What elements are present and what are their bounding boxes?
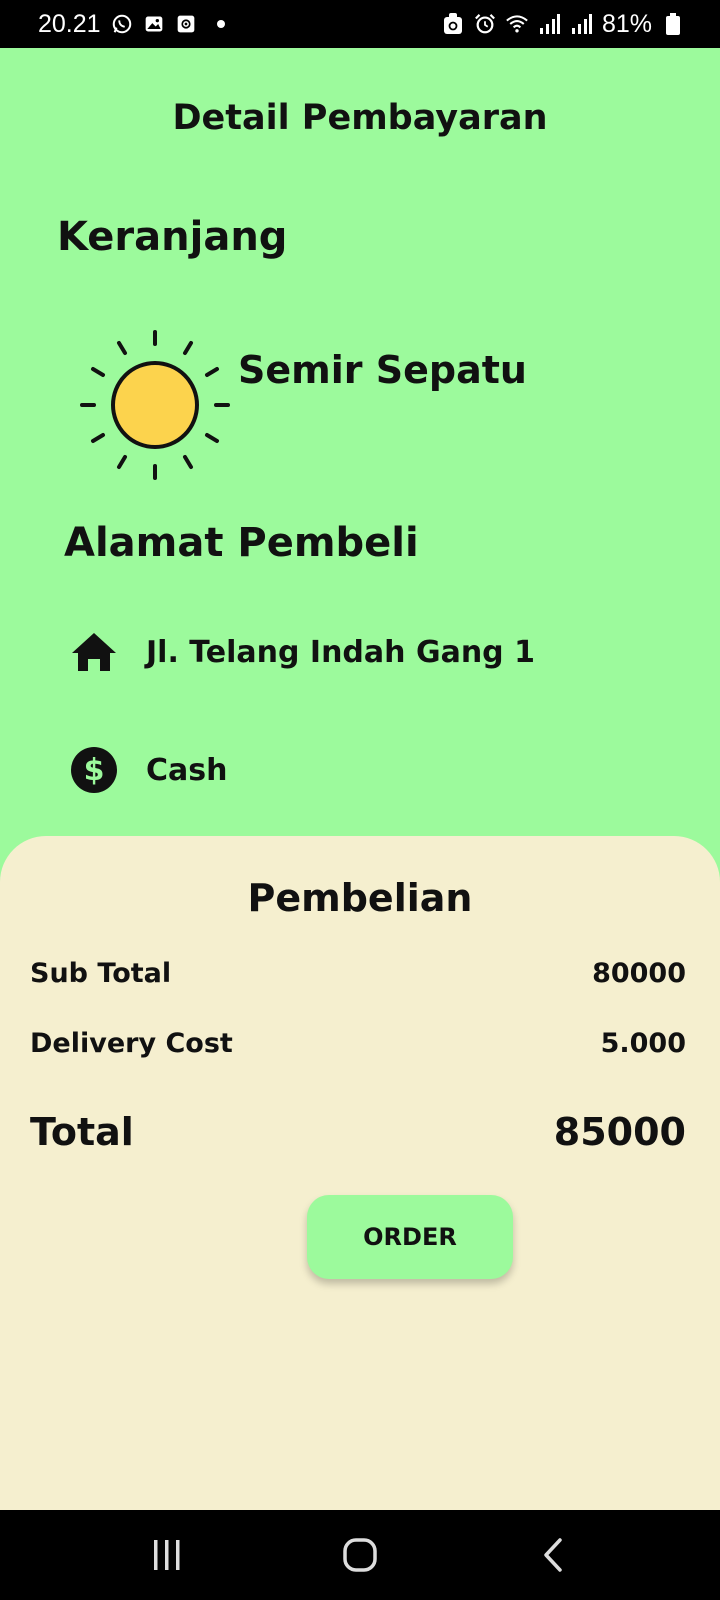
summary-title: Pembelian xyxy=(247,876,473,920)
dollar-icon: $ xyxy=(70,746,118,794)
address-text: Jl. Telang Indah Gang 1 xyxy=(146,634,535,670)
screen-record-icon xyxy=(175,13,197,35)
home-button-icon[interactable] xyxy=(330,1525,390,1585)
notification-dot xyxy=(216,20,225,28)
cart-item[interactable]: Semir Sepatu xyxy=(80,330,527,480)
battery-percent: 81% xyxy=(601,9,652,38)
signal-icon xyxy=(570,13,592,35)
nfc-icon xyxy=(442,13,464,35)
signal-icon xyxy=(538,13,560,35)
buyer-address-title: Alamat Pembeli xyxy=(64,520,419,566)
status-left: 20.21 xyxy=(38,10,225,39)
whatsapp-icon xyxy=(111,13,133,35)
navigation-bar xyxy=(0,1510,720,1600)
battery-icon xyxy=(662,13,684,35)
back-icon[interactable] xyxy=(523,1525,583,1585)
delivery-cost-label: Delivery Cost xyxy=(30,1028,233,1059)
subtotal-row: Sub Total 80000 xyxy=(30,958,686,989)
delivery-cost-row: Delivery Cost 5.000 xyxy=(30,1028,686,1059)
cart-section-title: Keranjang xyxy=(57,214,288,260)
delivery-cost-value: 5.000 xyxy=(600,1028,686,1059)
sun-icon xyxy=(80,330,230,480)
total-label: Total xyxy=(30,1110,134,1154)
home-icon xyxy=(70,628,118,676)
payment-method-text: Cash xyxy=(146,752,228,788)
subtotal-value: 80000 xyxy=(592,958,686,989)
app-screen: 20.21 81% Detail Pembayaran Keranjang Se… xyxy=(0,0,720,1600)
wifi-icon xyxy=(506,13,528,35)
payment-method-row[interactable]: $ Cash xyxy=(70,746,227,794)
product-name: Semir Sepatu xyxy=(238,348,527,392)
purchase-summary-sheet: Pembelian Sub Total 80000 Delivery Cost … xyxy=(0,836,720,1510)
order-button[interactable]: ORDER xyxy=(307,1195,513,1279)
svg-text:$: $ xyxy=(84,753,105,788)
total-value: 85000 xyxy=(553,1110,686,1154)
recents-icon[interactable] xyxy=(137,1525,197,1585)
subtotal-label: Sub Total xyxy=(30,958,172,989)
total-row: Total 85000 xyxy=(30,1110,686,1154)
page-title: Detail Pembayaran xyxy=(172,98,548,138)
alarm-icon xyxy=(474,13,496,35)
status-right: 81% xyxy=(442,10,684,39)
gallery-icon xyxy=(143,13,165,35)
address-row[interactable]: Jl. Telang Indah Gang 1 xyxy=(70,628,535,676)
clock: 20.21 xyxy=(38,9,101,38)
status-bar: 20.21 81% xyxy=(0,0,720,48)
